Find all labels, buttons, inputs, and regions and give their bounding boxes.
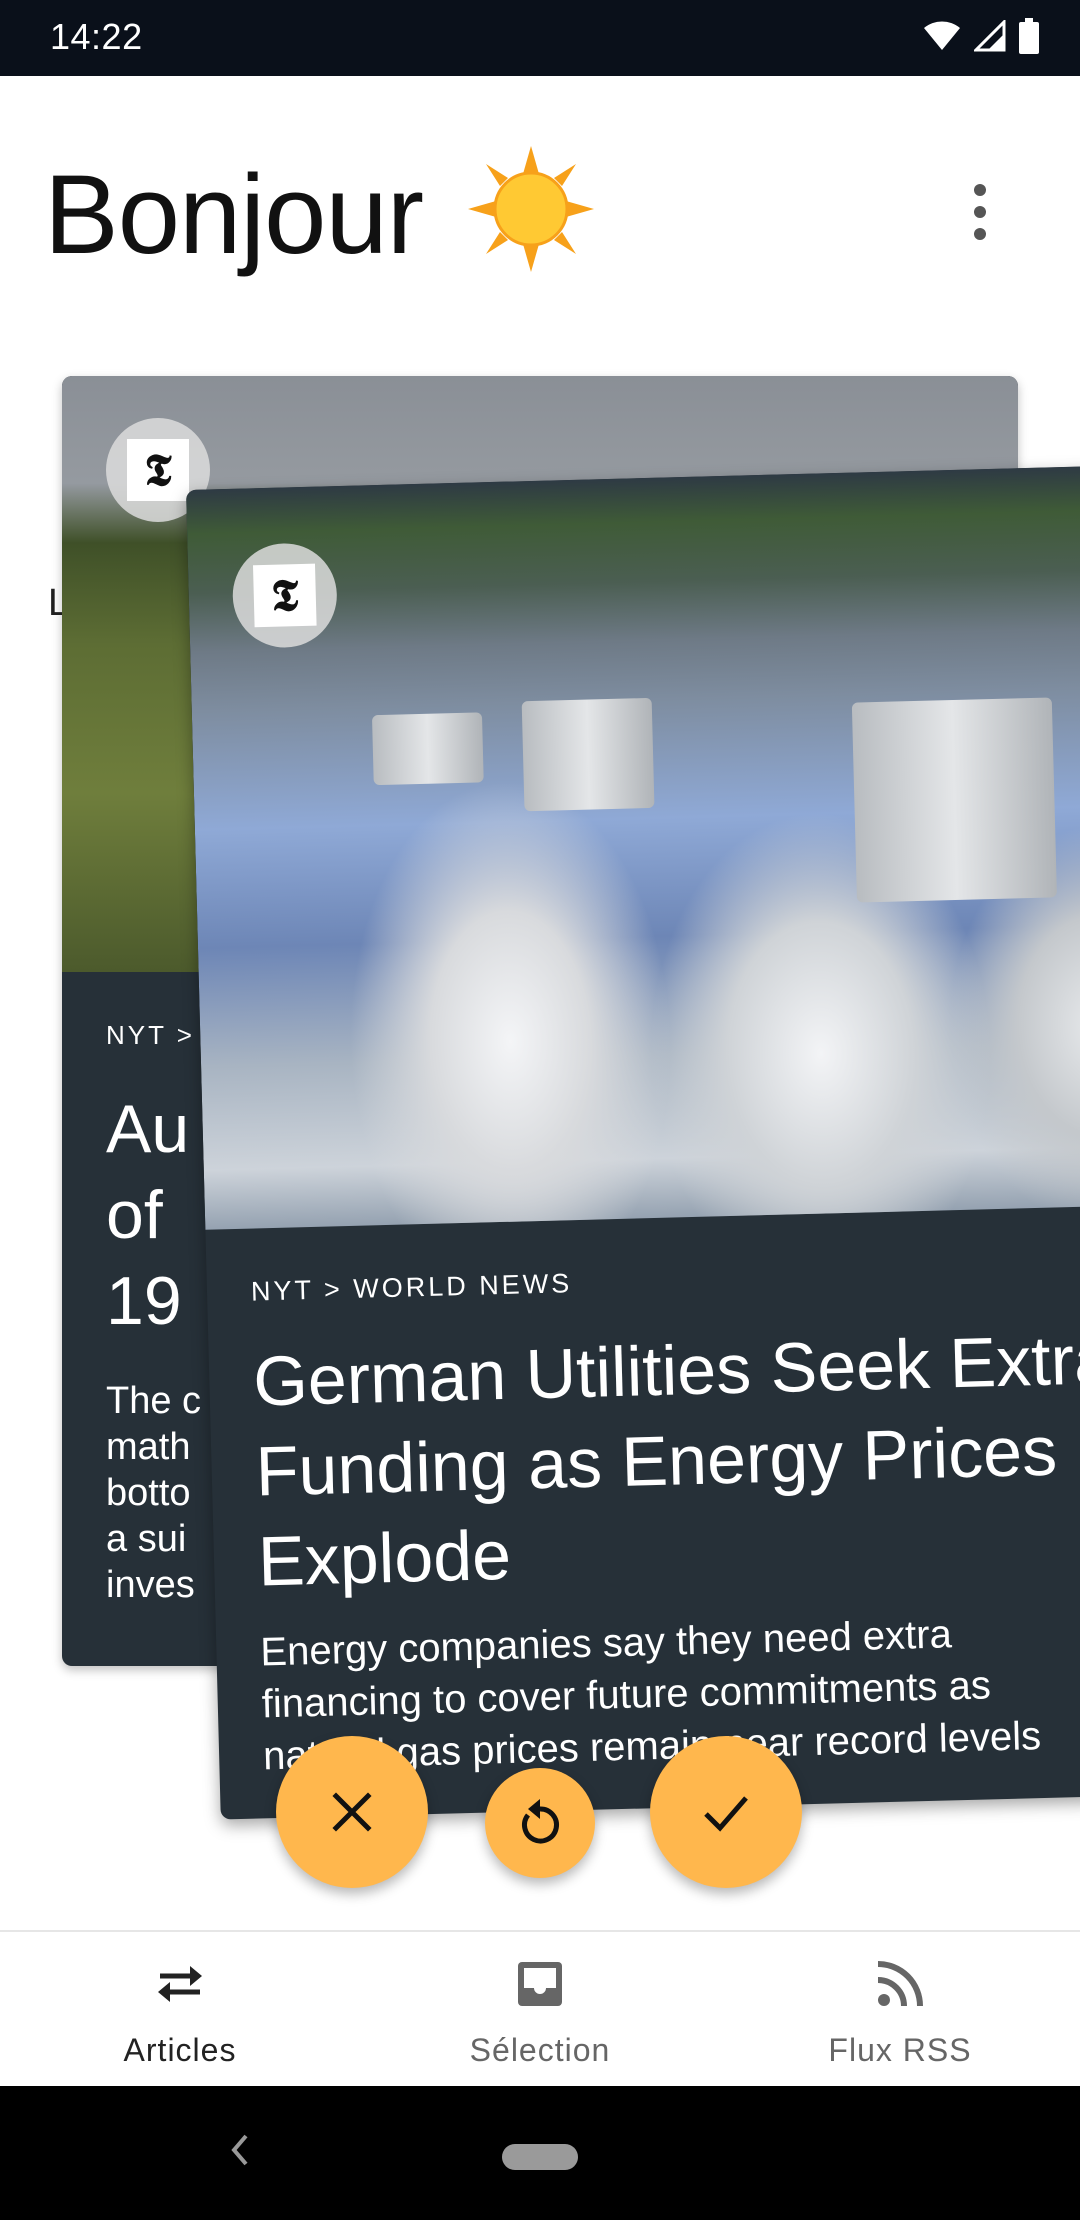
page-title: Bonjour — [44, 152, 424, 277]
back-chevron-icon[interactable] — [226, 2130, 252, 2170]
status-icons — [922, 18, 1040, 54]
home-pill[interactable] — [502, 2144, 578, 2170]
article-card-front[interactable]: 𝕿 NYT > WORLD NEWS German Utilities Seek… — [186, 462, 1080, 1820]
bottom-navigation: Articles Sélection Flux RSS — [0, 1930, 1080, 2086]
nav-item-rss[interactable]: Flux RSS — [720, 1932, 1080, 2088]
cell-signal-icon — [974, 20, 1006, 52]
nav-label: Sélection — [469, 2032, 611, 2068]
nav-item-articles[interactable]: Articles — [0, 1932, 360, 2088]
article-source: NYT > WORLD NEWS — [250, 1268, 573, 1307]
cooling-tower-shape — [851, 697, 1057, 903]
sun-icon — [468, 146, 594, 272]
rss-icon — [877, 1961, 923, 2007]
nav-label: Flux RSS — [828, 2032, 972, 2068]
undo-button[interactable] — [485, 1768, 595, 1878]
system-navigation-bar — [0, 2086, 1080, 2220]
more-vert-icon[interactable] — [960, 184, 1000, 244]
status-time: 14:22 — [50, 16, 143, 57]
nyt-logo-icon: 𝕿 — [252, 563, 317, 628]
status-bar: 14:22 — [0, 0, 1080, 76]
dismiss-button[interactable] — [276, 1736, 428, 1888]
swap-arrows-icon — [158, 1966, 202, 2002]
article-source: NYT > — [106, 1020, 195, 1050]
nav-label: Articles — [123, 2032, 237, 2068]
check-icon — [704, 1796, 748, 1832]
nav-item-selection[interactable]: Sélection — [360, 1932, 720, 2088]
wifi-icon — [924, 21, 960, 50]
nyt-logo-icon: 𝕿 — [127, 439, 189, 501]
undo-icon — [522, 1799, 559, 1844]
inbox-icon — [518, 1962, 562, 2006]
close-icon — [332, 1792, 372, 1832]
battery-icon — [1019, 18, 1039, 54]
cooling-tower-shape — [371, 712, 484, 786]
article-title: German Utilities Seek Extra Funding as E… — [252, 1320, 1080, 1601]
cooling-tower-shape — [521, 697, 655, 812]
accept-button[interactable] — [650, 1736, 802, 1888]
